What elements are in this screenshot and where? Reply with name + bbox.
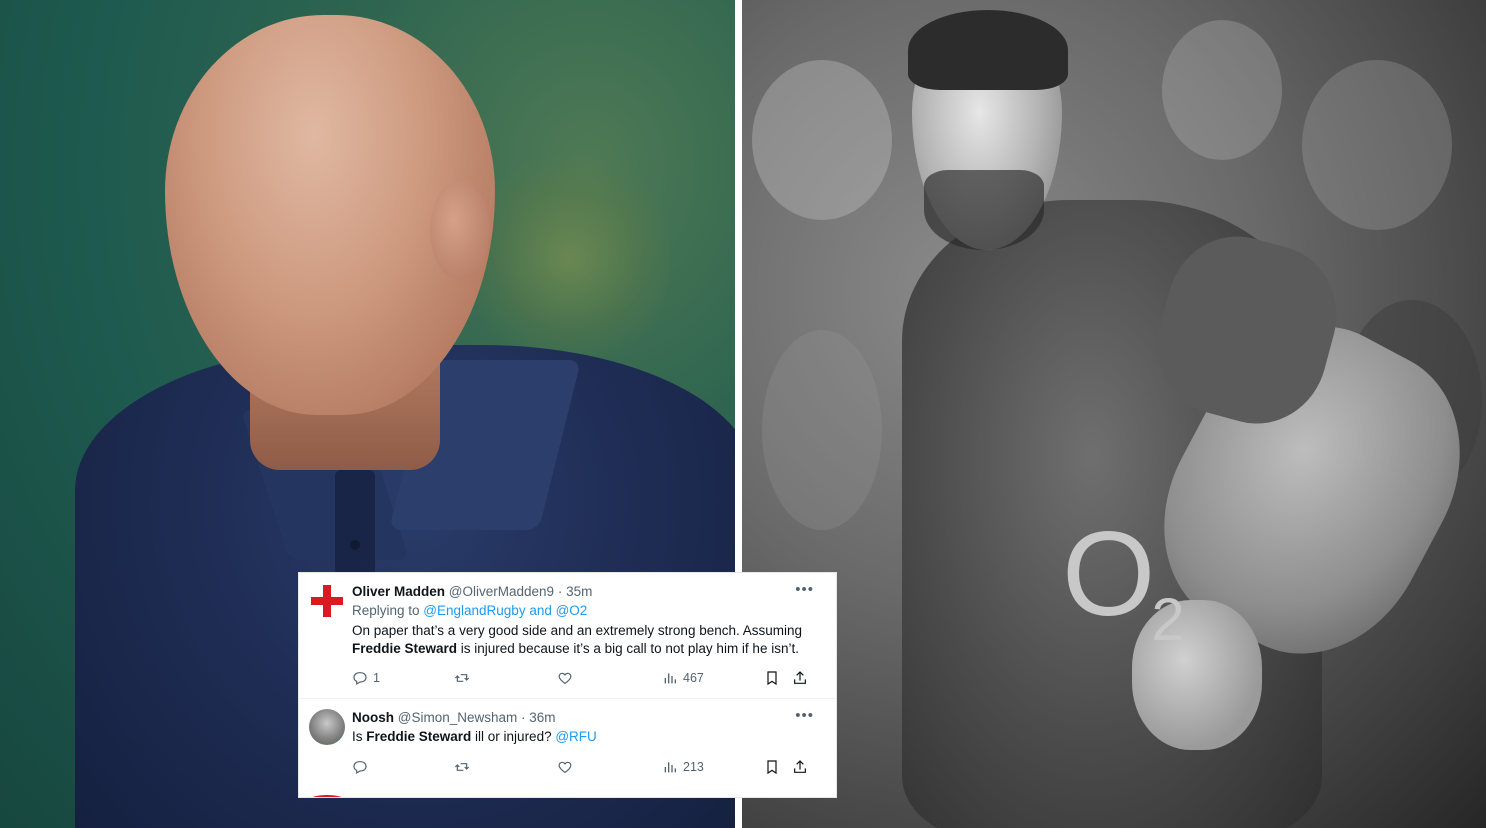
reply-mentions[interactable]: @EnglandRugby and @O2 <box>423 603 587 618</box>
bold-name: Freddie Steward <box>366 729 472 744</box>
tweet-text-line: Freddie Steward is injured because it’s … <box>352 640 799 658</box>
bookmark-button[interactable] <box>764 757 785 777</box>
player-beard <box>924 170 1044 250</box>
author-handle[interactable]: @Simon_Newsham <box>398 710 518 725</box>
more-options-icon[interactable]: ••• <box>795 707 814 724</box>
author-handle[interactable]: @OliverMadden9 <box>449 584 554 599</box>
tweet-header: Oliver Madden @OliverMadden9 · 35m <box>352 583 592 601</box>
bookmark-icon <box>767 760 777 775</box>
england-flag-icon[interactable] <box>309 583 345 619</box>
tweet-text-line: Is Freddie Steward ill or injured? @RFU <box>352 728 597 746</box>
retweet-icon <box>454 763 470 771</box>
separator: · <box>517 710 530 725</box>
views-icon <box>664 673 676 684</box>
crowd-blur <box>1162 20 1282 160</box>
view-count: 467 <box>683 671 704 685</box>
tweet-text-rest: is injured because it’s a big call to no… <box>457 641 799 656</box>
background-glow <box>470 140 670 380</box>
heart-icon <box>558 672 572 685</box>
tweet-actions: 213 <box>352 757 812 777</box>
tweet-text-line: On paper that’s a very good side and an … <box>352 623 803 638</box>
bookmark-icon <box>767 671 777 686</box>
crowd-blur <box>752 60 892 220</box>
tweet[interactable]: Noosh @Simon_Newsham · 36m ••• Is Freddi… <box>299 699 836 797</box>
views-icon <box>664 762 676 773</box>
sponsor-logo: O2 <box>1062 507 1185 653</box>
player-hair <box>908 10 1068 90</box>
share-icon <box>794 671 806 684</box>
reply-context: Replying to @EnglandRugby and @O2 <box>352 602 587 620</box>
like-button[interactable] <box>557 757 578 777</box>
like-button[interactable] <box>557 668 578 688</box>
separator: · <box>554 584 567 599</box>
crowd-blur <box>762 330 882 530</box>
retweet-button[interactable] <box>454 757 475 777</box>
reply-prefix: Replying to <box>352 603 424 618</box>
retweet-icon <box>454 674 470 682</box>
author-name[interactable]: Oliver Madden <box>352 584 445 599</box>
views-button[interactable]: 213 <box>662 757 704 777</box>
reply-icon <box>353 672 367 686</box>
tweet-card: Oliver Madden @OliverMadden9 · 35m ••• R… <box>298 572 837 798</box>
tweet-header: Noosh @Simon_Newsham · 36m <box>352 709 556 727</box>
author-name[interactable]: Noosh <box>352 710 394 725</box>
player-photo: O2 <box>742 0 1486 828</box>
mention-link[interactable]: @RFU <box>555 729 596 744</box>
ear <box>430 180 490 280</box>
timestamp[interactable]: 35m <box>566 584 592 599</box>
bold-name: Freddie Steward <box>352 641 458 656</box>
share-icon <box>794 760 806 773</box>
views-button[interactable]: 467 <box>662 668 704 688</box>
bookmark-button[interactable] <box>764 668 785 688</box>
heart-icon <box>558 761 572 774</box>
share-button[interactable] <box>792 668 813 688</box>
reply-icon <box>353 761 367 775</box>
tweet-text-mid: ill or injured? <box>471 729 556 744</box>
user-avatar-icon[interactable] <box>309 709 345 745</box>
timestamp[interactable]: 36m <box>529 710 555 725</box>
reply-button[interactable]: 1 <box>352 668 380 688</box>
tweet-actions: 1 467 <box>352 668 812 688</box>
reply-button[interactable] <box>352 757 373 777</box>
more-options-icon[interactable]: ••• <box>795 581 814 598</box>
next-tweet-avatar-peek <box>309 795 345 797</box>
tweet-text-prefix: Is <box>352 729 367 744</box>
reply-count: 1 <box>373 671 380 685</box>
view-count: 213 <box>683 760 704 774</box>
shirt-button <box>350 540 360 550</box>
retweet-button[interactable] <box>454 668 475 688</box>
crowd-blur <box>1302 60 1452 230</box>
share-button[interactable] <box>792 757 813 777</box>
tweet[interactable]: Oliver Madden @OliverMadden9 · 35m ••• R… <box>299 573 836 699</box>
